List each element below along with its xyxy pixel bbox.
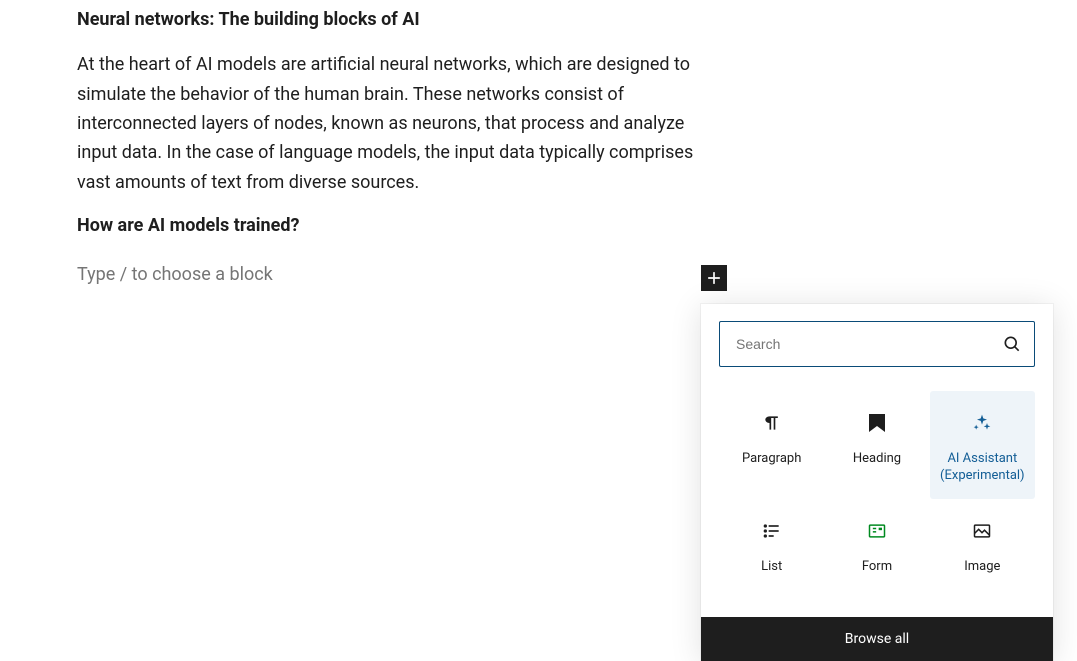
- browse-all-button[interactable]: Browse all: [701, 617, 1053, 661]
- block-placeholder[interactable]: Type / to choose a block: [77, 264, 273, 285]
- block-option-form[interactable]: Form: [824, 499, 929, 599]
- block-label: Form: [862, 559, 892, 576]
- block-option-list[interactable]: List: [719, 499, 824, 599]
- add-block-button[interactable]: [701, 265, 727, 291]
- search-box[interactable]: [719, 321, 1035, 367]
- list-icon: [762, 517, 782, 545]
- block-option-heading[interactable]: Heading: [824, 391, 929, 499]
- paragraph-icon: [762, 409, 782, 437]
- block-label: AI Assistant: [947, 451, 1017, 468]
- block-sublabel: (Experimental): [940, 468, 1025, 485]
- heading-neural-networks[interactable]: Neural networks: The building blocks of …: [77, 7, 720, 32]
- form-icon: [867, 517, 887, 545]
- search-input[interactable]: [734, 335, 1002, 353]
- heading-how-trained[interactable]: How are AI models trained?: [77, 215, 720, 236]
- block-option-ai-assistant[interactable]: AI Assistant (Experimental): [930, 391, 1035, 499]
- block-grid: Paragraph Heading AI Assistant (Experime…: [701, 375, 1053, 617]
- paragraph-body[interactable]: At the heart of AI models are artificial…: [77, 50, 720, 197]
- block-option-image[interactable]: Image: [930, 499, 1035, 599]
- search-icon: [1002, 334, 1022, 354]
- block-inserter-popover: Paragraph Heading AI Assistant (Experime…: [701, 304, 1053, 661]
- block-label: List: [761, 559, 782, 576]
- block-label: Image: [964, 559, 1000, 576]
- sparkle-icon: [972, 409, 992, 437]
- editor-content: Neural networks: The building blocks of …: [0, 0, 720, 285]
- block-label: Heading: [853, 451, 901, 468]
- heading-icon: [869, 409, 885, 437]
- block-option-paragraph[interactable]: Paragraph: [719, 391, 824, 499]
- plus-icon: [704, 268, 724, 288]
- image-icon: [972, 517, 992, 545]
- block-label: Paragraph: [742, 451, 801, 468]
